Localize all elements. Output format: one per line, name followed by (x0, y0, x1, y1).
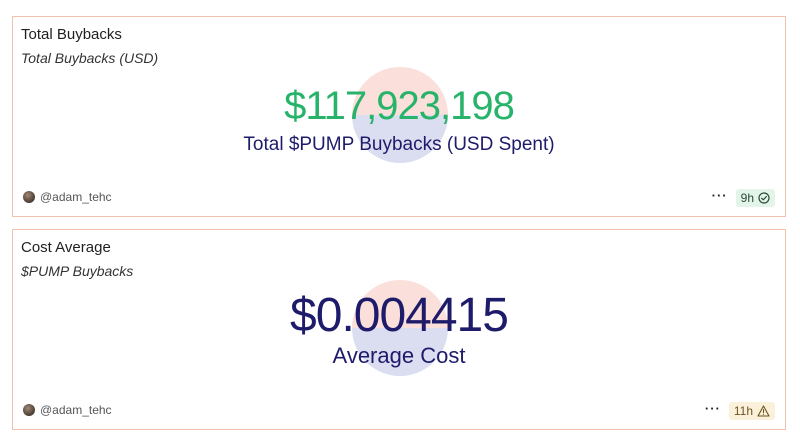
card-subtitle: Total Buybacks (USD) (21, 50, 159, 66)
card-footer-actions: ··· 9h (712, 189, 775, 207)
card-title[interactable]: Cost Average (21, 239, 111, 256)
author-name[interactable]: @adam_tehc (40, 403, 112, 417)
card-subtitle: $PUMP Buybacks (21, 263, 134, 279)
refresh-status-badge[interactable]: 9h (735, 189, 775, 207)
more-options-icon[interactable]: ··· (712, 189, 728, 206)
refresh-status-badge[interactable]: 11h (728, 402, 775, 420)
card-title[interactable]: Total Buybacks (21, 26, 122, 43)
avatar (23, 191, 35, 203)
more-options-icon[interactable]: ··· (705, 402, 721, 419)
check-circle-icon (758, 192, 770, 204)
counter-value: $117,923,198 (284, 84, 515, 128)
author-link[interactable]: @adam_tehc (23, 403, 112, 417)
counter-label: Average Cost (332, 343, 466, 368)
total-buybacks-card: Total Buybacks Total Buybacks (USD) $117… (12, 16, 786, 217)
counter-value: $0.004415 (290, 289, 509, 342)
cost-average-card: Cost Average $PUMP Buybacks $0.004415 Av… (12, 229, 786, 430)
author-name[interactable]: @adam_tehc (40, 190, 112, 204)
author-link[interactable]: @adam_tehc (23, 190, 112, 204)
avatar (23, 404, 35, 416)
counter-label: Total $PUMP Buybacks (USD Spent) (243, 134, 555, 155)
refresh-age: 11h (733, 404, 753, 418)
card-footer-actions: ··· 11h (705, 402, 775, 420)
warning-icon (757, 405, 770, 417)
refresh-age: 9h (740, 191, 754, 205)
